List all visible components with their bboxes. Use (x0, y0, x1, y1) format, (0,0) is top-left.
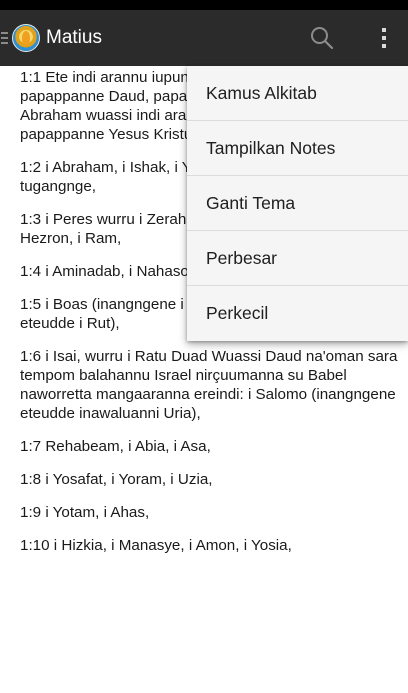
menu-item-kamus-alkitab[interactable]: Kamus Alkitab (187, 66, 408, 121)
app-title: Matius (46, 27, 102, 48)
menu-item-ganti-tema[interactable]: Ganti Tema (187, 176, 408, 231)
menu-item-tampilkan-notes[interactable]: Tampilkan Notes (187, 121, 408, 176)
search-icon (311, 27, 334, 50)
menu-icon[interactable] (0, 10, 10, 66)
app-bar: Matius (0, 10, 408, 66)
verse-1-9[interactable]: 1:9 i Yotam, i Ahas, (20, 503, 402, 522)
search-button[interactable] (304, 20, 340, 56)
menu-item-perbesar[interactable]: Perbesar (187, 231, 408, 286)
verse-1-10[interactable]: 1:10 i Hizkia, i Manasye, i Amon, i Yosi… (20, 536, 402, 555)
overflow-menu: Kamus Alkitab Tampilkan Notes Ganti Tema… (187, 66, 408, 341)
menu-item-perkecil[interactable]: Perkecil (187, 286, 408, 341)
verse-1-6[interactable]: 1:6 i Isai, wurru i Ratu Duad Wuassi Dau… (20, 347, 402, 423)
verse-1-8[interactable]: 1:8 i Yosafat, i Yoram, i Uzia, (20, 470, 402, 489)
more-vert-icon[interactable] (370, 20, 398, 56)
verse-1-7[interactable]: 1:7 Rehabeam, i Abia, i Asa, (20, 437, 402, 456)
app-logo[interactable] (12, 24, 40, 52)
status-bar (0, 0, 408, 10)
